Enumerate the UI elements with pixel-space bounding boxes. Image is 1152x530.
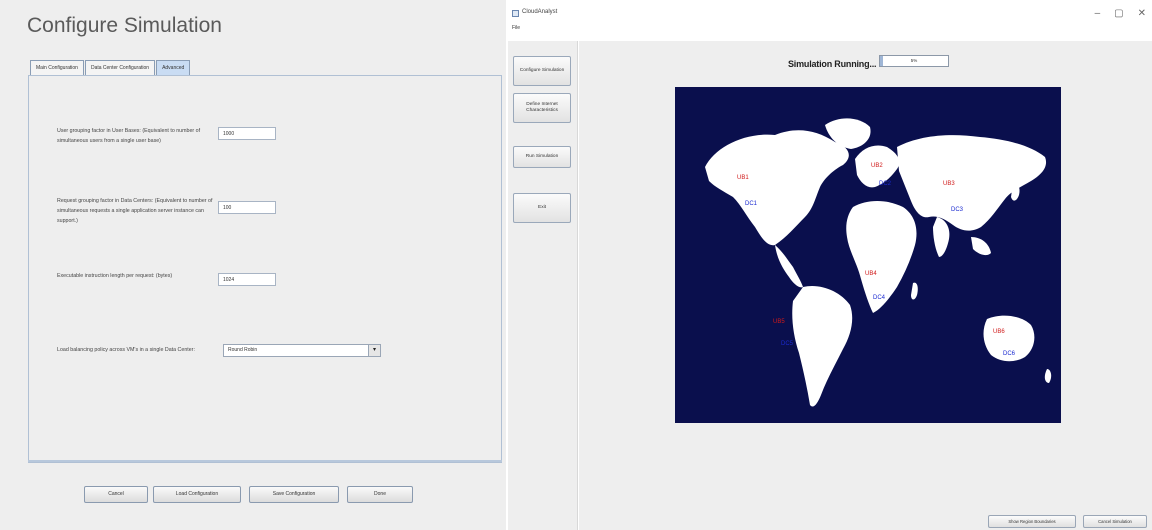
simulation-progress-text: 5% [910, 58, 918, 63]
load-balancing-value: Round Robin [228, 347, 258, 353]
marker-user-base-5: UB5 [773, 319, 785, 325]
config-tab-bar: Main Configuration Data Center Configura… [30, 60, 191, 76]
marker-data-center-3: DC3 [951, 207, 964, 213]
cancel-simulation-button[interactable]: Cancel Simulation [1083, 515, 1147, 528]
maximize-icon[interactable]: ▢ [1114, 8, 1123, 19]
sidebar-item-define-internet-characteristics[interactable]: Define Internet Characteristics [513, 93, 571, 123]
menu-file[interactable]: File [512, 25, 520, 31]
marker-user-base-3: UB3 [943, 181, 955, 187]
load-balancing-label: Load balancing policy across VM's in a s… [57, 347, 195, 353]
tab-data-center-configuration[interactable]: Data Center Configuration [84, 60, 156, 76]
simulation-progress-bar: 5% [879, 55, 949, 67]
marker-data-center-5: DC5 [781, 341, 794, 347]
load-configuration-button[interactable]: Load Configuration [153, 486, 241, 503]
cancel-button[interactable]: Cancel [84, 486, 148, 503]
tab-main-configuration[interactable]: Main Configuration [30, 60, 84, 76]
request-grouping-factor-input[interactable] [218, 201, 276, 214]
window-controls: – ▢ ✕ [1095, 8, 1146, 19]
show-region-boundaries-button[interactable]: Show Region Boundaries [988, 515, 1076, 528]
user-grouping-factor-label: User grouping factor in User Bases: (Equ… [57, 128, 201, 144]
page-title: Configure Simulation [27, 14, 222, 37]
request-grouping-factor-label: Request grouping factor in Data Centers:… [57, 198, 213, 224]
sidebar: Configure Simulation Define Internet Cha… [508, 41, 578, 530]
continent-north-america [705, 130, 849, 246]
chevron-down-icon[interactable]: ▾ [368, 345, 380, 356]
marker-data-center-1: DC1 [745, 201, 758, 207]
continent-central-america [775, 245, 803, 288]
marker-data-center-2: DC2 [879, 181, 892, 187]
save-configuration-button[interactable]: Save Configuration [249, 486, 339, 503]
done-button[interactable]: Done [347, 486, 413, 503]
continent-asia [897, 135, 1047, 231]
marker-user-base-6: UB6 [993, 329, 1005, 335]
app-icon [512, 10, 519, 17]
user-grouping-factor-input[interactable] [218, 127, 276, 140]
instruction-length-input[interactable] [218, 273, 276, 286]
simulation-status-label: Simulation Running... [788, 59, 877, 69]
marker-data-center-6: DC6 [1003, 351, 1016, 357]
tab-panel-divider [28, 460, 502, 462]
continent-madagascar [911, 282, 918, 300]
close-icon[interactable]: ✕ [1138, 8, 1146, 19]
tab-advanced[interactable]: Advanced [156, 60, 191, 76]
sidebar-item-exit[interactable]: Exit [513, 193, 571, 223]
world-map-svg: UB1 DC1 UB2 DC2 UB3 DC3 UB4 DC4 UB5 DC5 … [705, 118, 1052, 407]
marker-user-base-2: UB2 [871, 163, 883, 169]
instruction-length-label: Executable instruction length per reques… [57, 273, 173, 279]
sidebar-item-configure-simulation[interactable]: Configure Simulation [513, 56, 571, 86]
continent-south-america [792, 285, 853, 407]
minimize-icon[interactable]: – [1095, 8, 1101, 19]
continent-india [933, 217, 950, 257]
window-title: CloudAnalyst [522, 9, 558, 15]
sidebar-item-run-simulation[interactable]: Run Simulation [513, 146, 571, 168]
marker-user-base-1: UB1 [737, 175, 749, 181]
configure-simulation-panel: Configure Simulation Main Configuration … [0, 0, 506, 530]
load-balancing-select[interactable]: Round Robin ▾ [223, 344, 381, 357]
continent-new-zealand [1044, 369, 1052, 383]
continent-southeast-asia [971, 237, 991, 256]
marker-data-center-4: DC4 [873, 295, 886, 301]
world-map: UB1 DC1 UB2 DC2 UB3 DC3 UB4 DC4 UB5 DC5 … [675, 87, 1061, 423]
marker-user-base-4: UB4 [865, 271, 877, 277]
